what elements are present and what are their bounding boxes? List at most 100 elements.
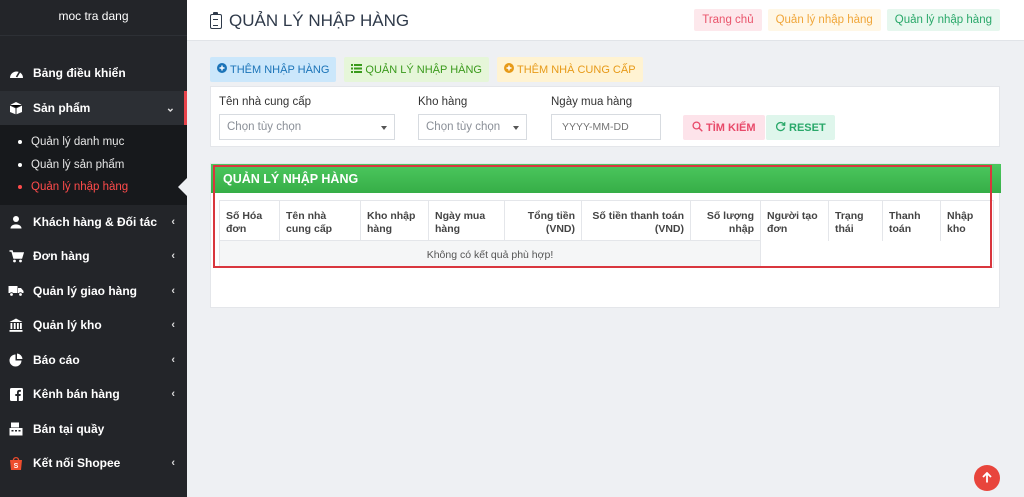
breadcrumb-home[interactable]: Trang chủ	[694, 9, 762, 31]
supplier-label: Tên nhà cung cấp	[219, 96, 312, 108]
warehouse-label: Kho hàng	[418, 96, 468, 108]
chevron-left-icon: ‹	[171, 215, 175, 228]
manage-imports-button[interactable]: QUẢN LÝ NHẬP HÀNG	[344, 57, 489, 82]
purchase-date-label: Ngày mua hàng	[551, 96, 633, 108]
facebook-icon	[8, 387, 24, 401]
caret-down-icon	[381, 126, 387, 130]
submenu-item-label: Quản lý sản phẩm	[31, 158, 125, 171]
user-icon	[8, 215, 24, 229]
imports-table: Số Hóa đơn Tên nhà cung cấp Kho nhập hàn…	[219, 200, 994, 268]
column-header[interactable]: Nhập kho	[941, 201, 993, 241]
action-tabs: THÊM NHẬP HÀNG QUẢN LÝ NHẬP HÀNG THÊM NH…	[210, 57, 643, 82]
search-button[interactable]: TÌM KIẾM	[683, 115, 765, 140]
truck-icon	[8, 284, 24, 298]
column-header[interactable]: Tổng tiền (VND)	[505, 201, 582, 241]
breadcrumb-parent[interactable]: Quản lý nhập hàng	[767, 9, 881, 31]
results-panel: QUẢN LÝ NHẬP HÀNG Số Hóa đơn Tên nhà cun…	[210, 163, 1001, 308]
column-header[interactable]: Số tiền thanh toán (VND)	[582, 201, 691, 241]
refresh-icon	[775, 121, 786, 135]
add-supplier-button[interactable]: THÊM NHÀ CUNG CẤP	[496, 57, 643, 82]
plus-circle-icon	[217, 63, 227, 76]
sidebar-item-label: Quản lý giao hàng	[33, 283, 138, 298]
column-header[interactable]: Kho nhập hàng	[361, 201, 429, 241]
search-icon	[692, 120, 703, 135]
submenu-item-label: Quản lý nhập hàng	[31, 181, 129, 194]
shopee-icon: S	[8, 456, 24, 470]
add-import-button[interactable]: THÊM NHẬP HÀNG	[210, 57, 337, 82]
submenu-item-label: Quản lý danh mục	[31, 136, 125, 149]
reset-button[interactable]: RESET	[766, 115, 835, 140]
sidebar-item-warehouse[interactable]: Quản lý kho ‹	[0, 308, 187, 343]
page-title: QUẢN LÝ NHẬP HÀNG	[210, 11, 409, 31]
breadcrumb-current[interactable]: Quản lý nhập hàng	[886, 9, 1000, 31]
column-header[interactable]: Số Hóa đơn	[220, 201, 280, 241]
cart-icon	[8, 249, 24, 263]
submenu-item-categories[interactable]: Quản lý danh mục	[0, 131, 187, 154]
sidebar-item-customers[interactable]: Khách hàng & Đối tác ‹	[0, 205, 187, 240]
sidebar-item-label: Bán tại quầy	[33, 421, 105, 436]
supplier-select[interactable]: Chọn tùy chọn	[219, 114, 395, 140]
register-icon	[8, 422, 24, 436]
chevron-left-icon: ‹	[171, 388, 175, 401]
clipboard-icon	[210, 11, 222, 29]
warehouse-select-value: Chọn tùy chọn	[426, 121, 501, 133]
column-header[interactable]: Số lượng nhập	[691, 201, 761, 241]
manage-imports-label: QUẢN LÝ NHẬP HÀNG	[365, 63, 482, 76]
dashboard-icon	[8, 66, 24, 80]
page-title-text: QUẢN LÝ NHẬP HÀNG	[229, 11, 410, 30]
page-header: QUẢN LÝ NHẬP HÀNG Trang chủ Quản lý nhập…	[187, 0, 1024, 41]
empty-state-message: Không có kết quả phù hợp!	[220, 241, 761, 268]
chevron-down-icon: ⌄	[165, 102, 175, 115]
chevron-left-icon: ‹	[171, 250, 175, 263]
caret-down-icon	[513, 126, 519, 130]
reset-button-label: RESET	[789, 121, 826, 134]
add-supplier-label: THÊM NHÀ CUNG CẤP	[516, 63, 636, 76]
sidebar-item-label: Quản lý kho	[33, 318, 102, 333]
sidebar-item-sales-channels[interactable]: Kênh bán hàng ‹	[0, 377, 187, 412]
sidebar-item-label: Khách hàng & Đối tác	[33, 214, 158, 229]
svg-text:S: S	[14, 463, 19, 470]
sidebar-item-delivery[interactable]: Quản lý giao hàng ‹	[0, 274, 187, 309]
bullet-icon	[18, 185, 22, 190]
plus-circle-icon	[503, 63, 514, 76]
sidebar-item-shopee[interactable]: S Kết nối Shopee ‹	[0, 446, 187, 481]
search-button-label: TÌM KIẾM	[706, 121, 756, 134]
purchase-date-input[interactable]	[551, 114, 661, 140]
sidebar-item-pos[interactable]: Bán tại quầy	[0, 412, 187, 447]
pie-chart-icon	[8, 353, 24, 367]
submenu-item-products[interactable]: Quản lý sản phẩm	[0, 154, 187, 177]
sidebar: moc tra dang Bảng điều khiển Sản phẩm ⌄ …	[0, 0, 187, 497]
brand-name[interactable]: moc tra dang	[0, 0, 187, 36]
breadcrumb: Trang chủ Quản lý nhập hàng Quản lý nhập…	[694, 9, 1000, 31]
active-indicator	[184, 90, 187, 125]
column-header[interactable]: Người tạo đơn	[761, 201, 829, 241]
chevron-left-icon: ‹	[171, 457, 175, 470]
column-header[interactable]: Tên nhà cung cấp	[280, 201, 361, 241]
current-page-pointer	[178, 178, 187, 197]
sidebar-item-label: Kết nối Shopee	[33, 456, 121, 471]
column-header[interactable]: Thanh toán	[883, 201, 941, 241]
submenu-item-imports[interactable]: Quản lý nhập hàng	[0, 176, 187, 199]
sidebar-item-label: Sản phẩm	[33, 100, 91, 115]
bank-icon	[8, 318, 24, 333]
sidebar-item-orders[interactable]: Đơn hàng ‹	[0, 239, 187, 274]
sidebar-item-products[interactable]: Sản phẩm ⌄	[0, 90, 187, 125]
products-submenu: Quản lý danh mục Quản lý sản phẩm Quản l…	[0, 125, 187, 205]
scroll-top-button[interactable]	[974, 465, 1000, 491]
chevron-left-icon: ‹	[171, 319, 175, 332]
column-header[interactable]: Trạng thái	[829, 201, 883, 241]
sidebar-item-label: Kênh bán hàng	[33, 387, 120, 402]
chevron-left-icon: ‹	[171, 353, 175, 366]
list-icon	[351, 63, 363, 76]
warehouse-select[interactable]: Chọn tùy chọn	[418, 114, 527, 140]
sidebar-item-reports[interactable]: Báo cáo ‹	[0, 343, 187, 378]
bullet-icon	[18, 162, 22, 167]
column-header[interactable]: Ngày mua hàng	[429, 201, 505, 241]
add-import-label: THÊM NHẬP HÀNG	[230, 63, 330, 76]
results-title: QUẢN LÝ NHẬP HÀNG	[211, 164, 1001, 193]
filter-panel: Tên nhà cung cấp Chọn tùy chọn Kho hàng …	[210, 86, 1000, 147]
sidebar-item-dashboard[interactable]: Bảng điều khiển	[0, 56, 187, 91]
supplier-select-value: Chọn tùy chọn	[227, 121, 302, 133]
sidebar-item-label: Đơn hàng	[33, 249, 90, 264]
sidebar-item-label: Bảng điều khiển	[33, 66, 126, 81]
